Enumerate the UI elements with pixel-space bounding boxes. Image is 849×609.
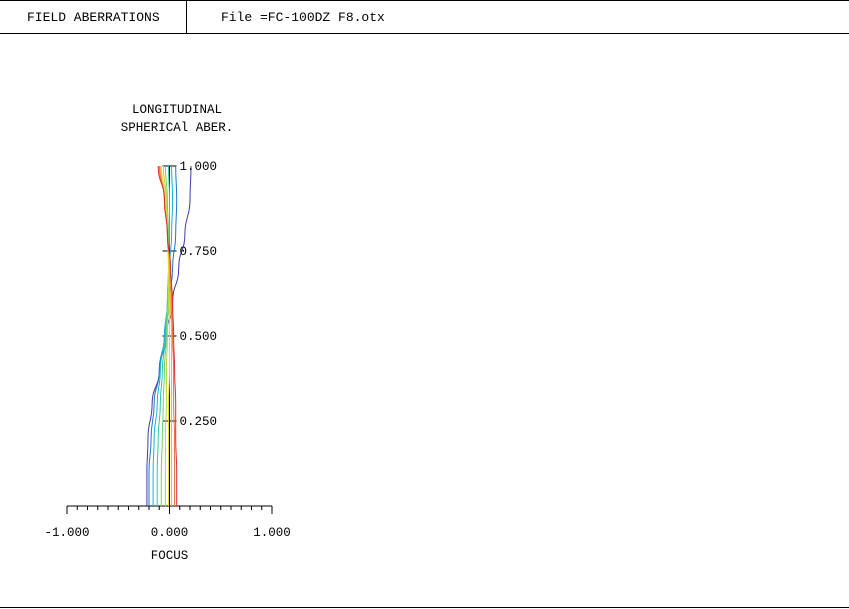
- footer-divider: [0, 607, 849, 608]
- y-tick-label: 0.500: [180, 330, 218, 344]
- y-tick-label: 1.000: [180, 160, 218, 174]
- spherical-aberration-chart: 1.000 0.750 0.500 0.250 -1.000 0.000 1.000 FOCU…: [44, 160, 290, 563]
- chart-labels: 1.000 0.750 0.500 0.250 -1.000 0.000 1.000 FOCU…: [44, 160, 290, 563]
- x-tick-label: 0.000: [151, 526, 189, 540]
- y-tick-label: 0.250: [180, 415, 218, 429]
- y-tick-label: 0.750: [180, 245, 218, 259]
- x-tick-label: 1.000: [253, 526, 291, 540]
- x-tick-label: -1.000: [44, 526, 89, 540]
- x-axis-label: FOCUS: [151, 549, 189, 563]
